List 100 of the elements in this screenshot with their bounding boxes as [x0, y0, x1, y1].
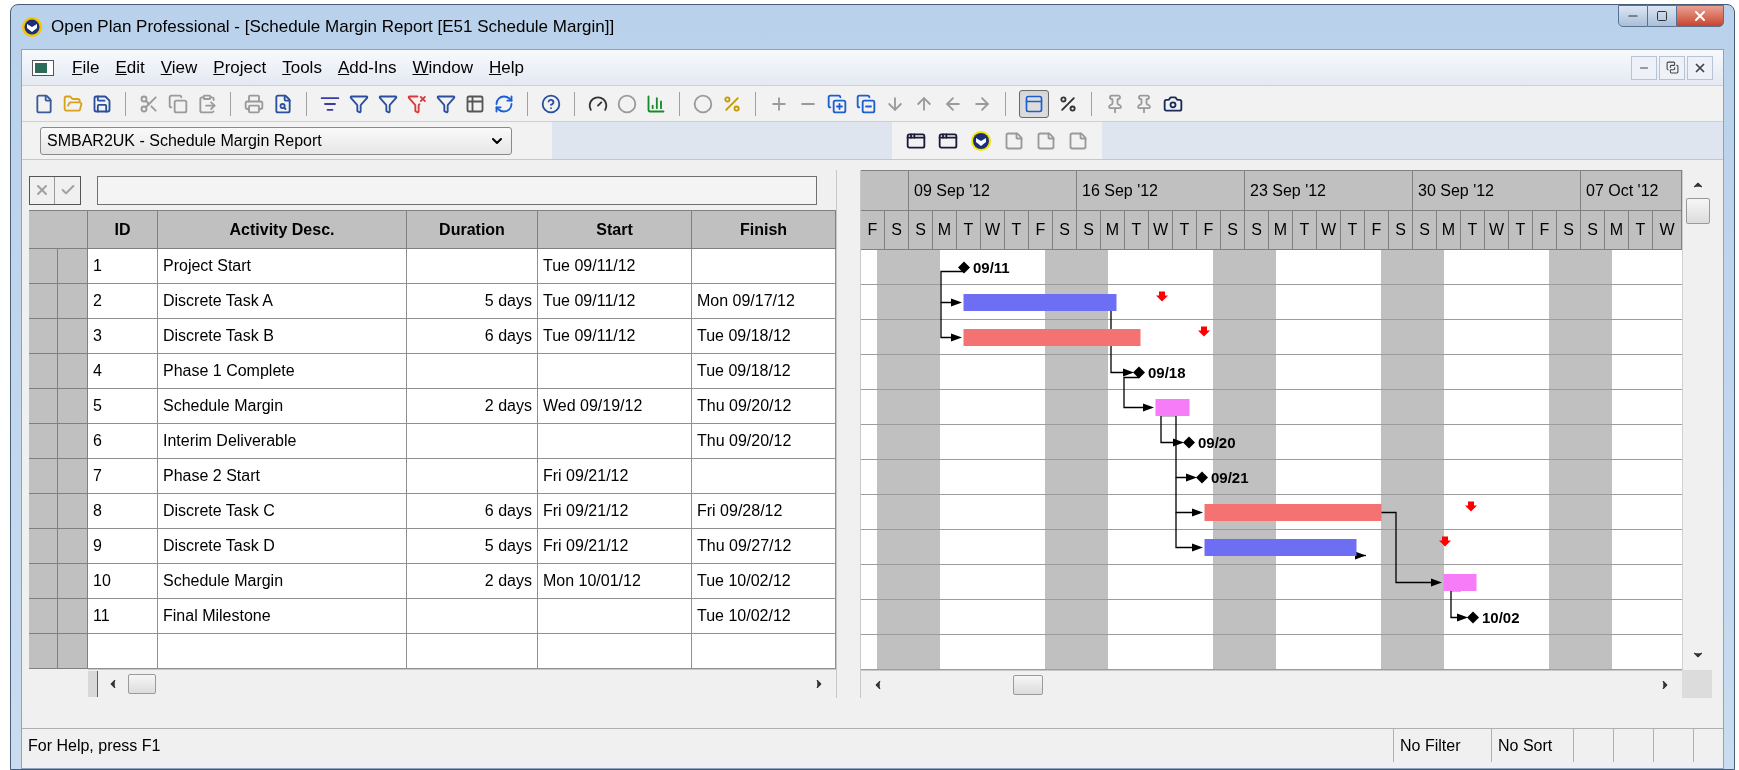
- milestone-diamond[interactable]: [1196, 471, 1208, 484]
- circle-icon[interactable]: [693, 93, 713, 114]
- save-icon[interactable]: [92, 93, 112, 114]
- notepad-icon[interactable]: [1036, 130, 1056, 151]
- column-header[interactable]: Start: [538, 211, 692, 249]
- app-logo-icon: [21, 16, 43, 38]
- row-selector[interactable]: [29, 599, 58, 634]
- menu-item[interactable]: File: [64, 54, 108, 81]
- app-logo-icon[interactable]: [970, 129, 992, 152]
- row-selector[interactable]: [58, 354, 88, 389]
- refresh-icon[interactable]: [494, 93, 514, 114]
- menu-item[interactable]: Edit: [107, 54, 153, 81]
- down-arrow-icon: [1198, 326, 1210, 337]
- camera-icon[interactable]: [1163, 93, 1183, 114]
- sort-status: No Sort: [1498, 735, 1553, 756]
- paste-icon[interactable]: [197, 93, 217, 114]
- row-selector[interactable]: [58, 529, 88, 564]
- row-selector[interactable]: [29, 459, 58, 494]
- cell-edit-field[interactable]: [97, 175, 817, 205]
- row-selector[interactable]: [58, 249, 88, 284]
- cut-icon[interactable]: [139, 93, 159, 114]
- window-icon[interactable]: [906, 130, 926, 151]
- mdi-close-button[interactable]: [1687, 55, 1713, 80]
- row-selector[interactable]: [58, 599, 88, 634]
- row-selector[interactable]: [58, 284, 88, 319]
- milestone-date: 10/02: [1482, 608, 1520, 626]
- circle-icon[interactable]: [617, 93, 637, 114]
- menu-item[interactable]: Help: [480, 54, 532, 81]
- maximize-button[interactable]: [1648, 5, 1676, 27]
- column-header[interactable]: ID: [88, 211, 158, 249]
- milestone-date: 09/21: [1211, 468, 1249, 486]
- milestone-diamond[interactable]: [1467, 611, 1479, 624]
- scroll-thumb[interactable]: [128, 673, 156, 694]
- row-selector[interactable]: [29, 249, 58, 284]
- row-selector[interactable]: [29, 424, 58, 459]
- down-arrow-icon: [1156, 291, 1168, 302]
- print-icon[interactable]: [244, 93, 264, 114]
- row-selector[interactable]: [29, 284, 58, 319]
- row-selector[interactable]: [58, 389, 88, 424]
- row-selector[interactable]: [29, 389, 58, 424]
- row-selector[interactable]: [29, 529, 58, 564]
- row-selector[interactable]: [29, 319, 58, 354]
- horizontal-scrollbar[interactable]: [861, 670, 1682, 698]
- dependency-arrow: [1175, 511, 1203, 552]
- row-selector[interactable]: [58, 564, 88, 599]
- percent-icon[interactable]: [1058, 93, 1078, 114]
- menu-item[interactable]: Add-Ins: [329, 54, 405, 81]
- window-icon[interactable]: [938, 130, 958, 151]
- menu-item[interactable]: Project: [205, 54, 275, 81]
- row-selector[interactable]: [58, 459, 88, 494]
- column-header[interactable]: Activity Desc.: [158, 211, 407, 249]
- menu-item[interactable]: Window: [404, 54, 481, 81]
- minimize-button[interactable]: [1618, 5, 1648, 27]
- column-header[interactable]: Duration: [407, 211, 538, 249]
- task-bar[interactable]: [1443, 574, 1477, 591]
- cancel-icon: [34, 182, 50, 198]
- horizontal-scrollbar[interactable]: [88, 669, 836, 697]
- row-selector[interactable]: [29, 634, 58, 669]
- row-selector[interactable]: [29, 354, 58, 389]
- menu-item[interactable]: View: [152, 54, 206, 81]
- splitter-handle[interactable]: [88, 670, 98, 697]
- filter-icon[interactable]: [436, 93, 456, 114]
- row-selector[interactable]: [58, 424, 88, 459]
- bar-chart-icon[interactable]: [646, 93, 666, 114]
- down-arrow-icon: [1465, 501, 1477, 512]
- dependency-arrow: [940, 270, 965, 307]
- row-selector[interactable]: [29, 494, 58, 529]
- milestone-diamond[interactable]: [1133, 366, 1145, 379]
- mdi-restore-button[interactable]: [1659, 55, 1685, 80]
- row-selector[interactable]: [58, 494, 88, 529]
- help-icon[interactable]: [541, 93, 561, 114]
- column-header[interactable]: Finish: [692, 211, 836, 249]
- scroll-thumb[interactable]: [1685, 198, 1710, 224]
- open-folder-icon[interactable]: [63, 93, 83, 114]
- row-selector[interactable]: [58, 319, 88, 354]
- new-document-icon[interactable]: [34, 93, 54, 114]
- pin-icon[interactable]: [1134, 93, 1154, 114]
- filter-clear-icon[interactable]: [407, 93, 427, 114]
- milestone-diamond[interactable]: [958, 261, 970, 274]
- window-title: Open Plan Professional - [Schedule Margin Report [E51 Schedule Margin]]: [51, 16, 615, 39]
- milestone-diamond[interactable]: [1183, 436, 1195, 449]
- menu-item[interactable]: Tools: [274, 54, 330, 81]
- row-selector[interactable]: [29, 564, 58, 599]
- copy-icon[interactable]: [168, 93, 188, 114]
- print-preview-icon[interactable]: [273, 93, 293, 114]
- notepad-icon[interactable]: [1068, 130, 1088, 151]
- panel-icon: [1024, 93, 1044, 114]
- notepad-icon[interactable]: [1004, 130, 1024, 151]
- restore-icon: [1665, 61, 1679, 74]
- task-bar[interactable]: [1155, 399, 1190, 416]
- milestone-date: 09/20: [1198, 433, 1236, 451]
- bar-view-toggle[interactable]: [1019, 89, 1049, 118]
- milestone-date: 09/11: [973, 258, 1010, 276]
- document-window-icon[interactable]: [32, 59, 54, 76]
- pin-icon[interactable]: [1105, 93, 1125, 114]
- scroll-thumb[interactable]: [1013, 674, 1043, 695]
- layout-dropdown[interactable]: SMBAR2UK - Schedule Margin Report: [40, 126, 512, 155]
- close-icon: [1692, 8, 1708, 24]
- gauge-icon[interactable]: [588, 93, 608, 114]
- close-button[interactable]: [1676, 5, 1724, 27]
